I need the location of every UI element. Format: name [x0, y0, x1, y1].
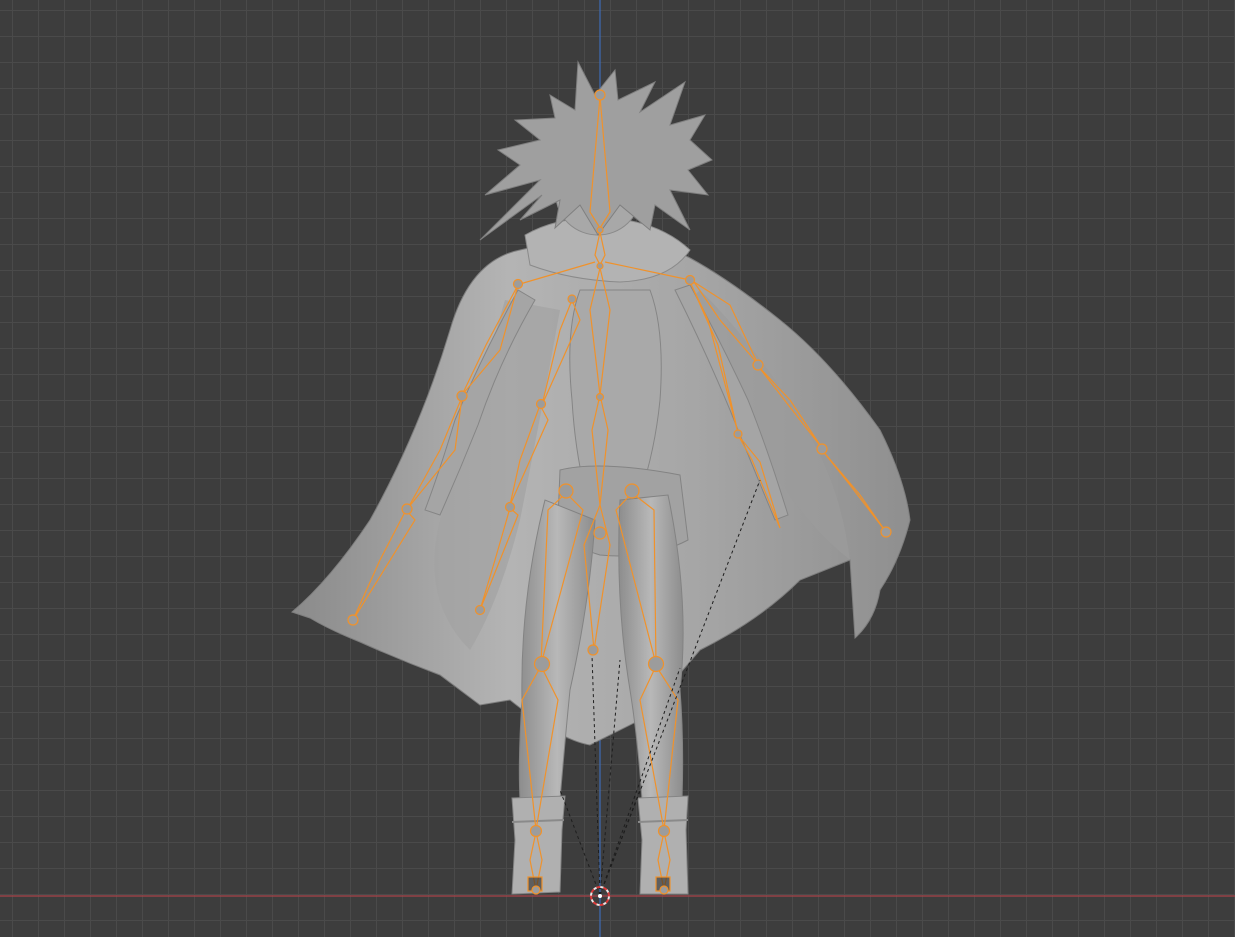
3d-viewport[interactable]	[0, 0, 1235, 937]
torso-mesh[interactable]	[569, 289, 662, 496]
right-leg-mesh[interactable]	[618, 494, 684, 801]
viewport-canvas[interactable]	[0, 0, 1235, 937]
